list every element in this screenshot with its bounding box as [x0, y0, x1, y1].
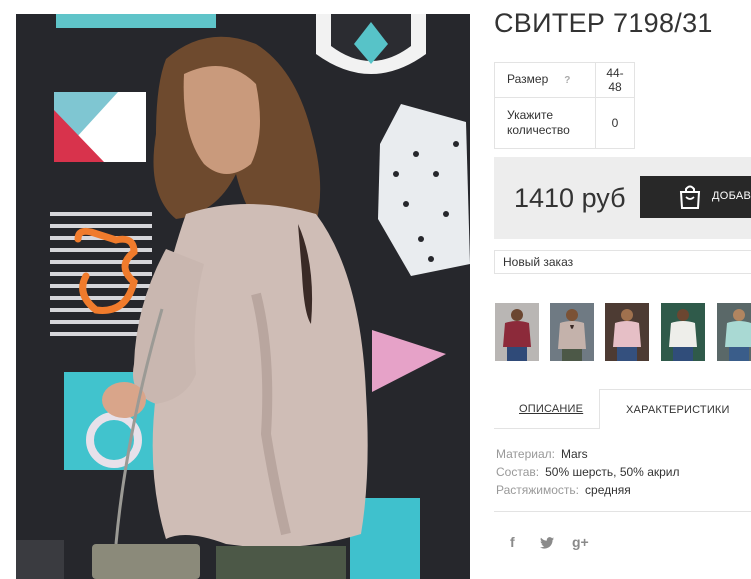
price-panel: 1410 руб ДОБАВ: [494, 157, 751, 239]
spec-key: Материал:: [496, 447, 555, 461]
spec-row-material: Материал: Mars: [496, 445, 680, 463]
add-to-cart-label: ДОБАВ: [712, 190, 751, 202]
product-tabs: ОПИСАНИЕ ХАРАКТЕРИСТИКИ: [494, 389, 751, 429]
thumbnail-3[interactable]: [605, 303, 649, 361]
order-select[interactable]: Новый заказ: [494, 250, 751, 274]
spec-value: средняя: [585, 483, 631, 497]
spec-key: Растяжимость:: [496, 483, 580, 497]
size-label: Размер: [507, 72, 549, 86]
facebook-icon[interactable]: f: [510, 534, 515, 550]
divider: [494, 511, 751, 512]
spec-key: Состав:: [496, 465, 540, 479]
product-options-table: Размер? 44-48 Укажите количество 0: [494, 62, 635, 149]
tabs-divider: [494, 428, 600, 429]
thumbnail-5[interactable]: [717, 303, 751, 361]
twitter-icon[interactable]: [540, 536, 554, 552]
spec-row-stretch: Растяжимость: средняя: [496, 481, 680, 499]
quantity-label: Укажите количество: [494, 97, 596, 149]
spec-value: 50% шерсть, 50% акрил: [545, 465, 680, 479]
spec-value: Mars: [560, 447, 588, 461]
thumbnail-2[interactable]: [550, 303, 594, 361]
quantity-input[interactable]: 0: [595, 97, 635, 149]
product-main-photo[interactable]: [16, 14, 470, 579]
size-value[interactable]: 44-48: [595, 62, 635, 98]
size-help-icon[interactable]: ?: [564, 75, 570, 86]
tab-description[interactable]: ОПИСАНИЕ: [519, 403, 583, 415]
shopping-bag-icon: [678, 184, 702, 213]
thumbnail-1[interactable]: [495, 303, 539, 361]
size-label-cell: Размер?: [494, 62, 596, 98]
thumbnail-4[interactable]: [661, 303, 705, 361]
add-to-cart-button[interactable]: ДОБАВ: [640, 176, 751, 218]
specs-list: Материал: Mars Состав: 50% шерсть, 50% акр…: [496, 445, 680, 499]
product-title: СВИТЕР 7198/31: [494, 8, 713, 38]
tab-characteristics[interactable]: ХАРАКТЕРИСТИКИ: [599, 389, 751, 429]
google-plus-icon[interactable]: g+: [572, 534, 589, 550]
spec-row-composition: Состав: 50% шерсть, 50% акрил: [496, 463, 680, 481]
price: 1410 руб: [514, 183, 626, 213]
